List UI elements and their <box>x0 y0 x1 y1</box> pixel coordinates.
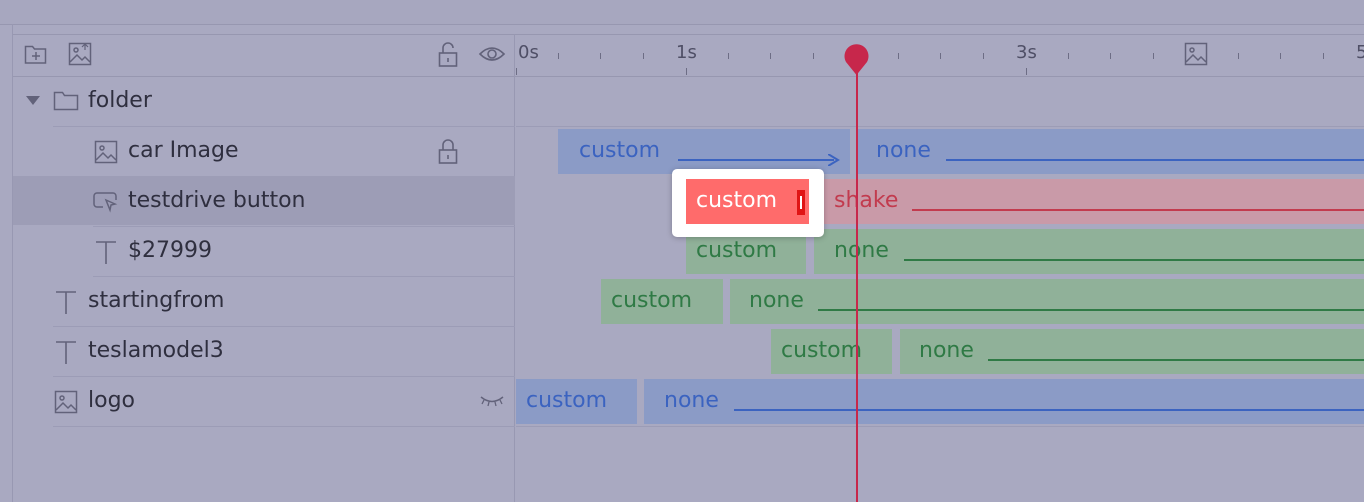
ruler-tick <box>1280 53 1281 59</box>
animation-out-bar[interactable]: shake <box>814 179 1364 224</box>
image-upload-icon[interactable] <box>68 42 92 66</box>
text-icon <box>56 291 76 314</box>
duration-line <box>678 159 834 161</box>
track-divider <box>516 426 1364 427</box>
layer-name-car-image[interactable]: car Image <box>128 137 239 165</box>
animation-in-label: custom <box>781 338 863 363</box>
animation-out-bar[interactable]: none <box>900 329 1364 374</box>
animation-in-label: custom <box>696 188 778 213</box>
duration-line <box>946 159 1364 161</box>
animation-in-label: custom <box>696 238 778 263</box>
selected-animation-highlight: custom <box>672 169 824 237</box>
ruler-tick <box>558 53 559 59</box>
row-divider <box>93 226 515 227</box>
animation-in-bar[interactable]: custom <box>516 379 637 424</box>
animation-out-bar[interactable]: none <box>814 229 1364 274</box>
layer-name-testdrive-button[interactable]: testdrive button <box>128 187 305 215</box>
text-icon <box>96 241 116 264</box>
ruler-label-1s: 1s <box>676 42 697 63</box>
playhead-line[interactable] <box>856 60 858 502</box>
animation-in-bar[interactable]: custom <box>601 279 723 324</box>
image-icon <box>54 390 78 414</box>
animation-out-label: none <box>749 288 804 313</box>
lock-icon[interactable] <box>438 139 458 165</box>
playhead-handle-icon[interactable] <box>843 44 870 76</box>
animation-in-bar[interactable]: custom <box>771 329 892 374</box>
row-divider <box>53 376 515 377</box>
animation-in-label: custom <box>526 388 608 413</box>
animation-in-label: custom <box>611 288 693 313</box>
ruler-tick <box>898 53 899 59</box>
animation-out-label: none <box>876 138 931 163</box>
ruler-label-5s: 5 <box>1356 42 1364 63</box>
ruler-tick <box>1026 68 1027 75</box>
animation-out-label: none <box>834 238 889 263</box>
layer-name-folder[interactable]: folder <box>88 87 152 115</box>
animation-in-bar-selected[interactable]: custom <box>686 179 809 224</box>
ruler-label-3s: 3s <box>1016 42 1037 63</box>
resize-handle[interactable] <box>797 190 805 215</box>
ruler-tick <box>983 53 984 59</box>
layer-name-startingfrom[interactable]: startingfrom <box>88 287 224 315</box>
layer-name-price[interactable]: $27999 <box>128 237 212 265</box>
duration-line <box>912 209 1364 211</box>
animation-out-label: none <box>664 388 719 413</box>
duration-line <box>988 359 1364 361</box>
duration-line <box>904 259 1364 261</box>
ruler-tick <box>686 68 687 75</box>
image-marker-icon[interactable] <box>1184 42 1208 66</box>
panel-edge <box>12 24 13 502</box>
row-divider <box>53 426 515 427</box>
panel-divider <box>514 34 515 502</box>
ruler-tick <box>1238 53 1239 59</box>
text-icon <box>56 341 76 364</box>
animation-out-bar[interactable]: none <box>730 279 1364 324</box>
duration-line <box>818 309 1364 311</box>
animation-in-bar[interactable]: custom <box>558 129 850 174</box>
animation-out-label: shake <box>834 188 899 213</box>
chevron-down-icon[interactable] <box>26 96 40 106</box>
ruler-tick <box>813 53 814 59</box>
button-icon <box>93 192 118 213</box>
ruler-tick <box>516 68 517 75</box>
ruler-tick <box>1110 53 1111 59</box>
ruler-tick <box>1323 53 1324 59</box>
track-divider <box>516 126 1364 127</box>
animation-out-label: none <box>919 338 974 363</box>
ruler-tick <box>770 53 771 59</box>
row-divider <box>53 126 515 127</box>
eye-icon[interactable] <box>478 45 506 63</box>
image-icon <box>94 140 118 164</box>
eye-closed-icon[interactable] <box>479 395 505 407</box>
folder-plus-icon[interactable] <box>24 43 48 65</box>
layer-name-logo[interactable]: logo <box>88 387 135 415</box>
ruler-tick <box>1153 53 1154 59</box>
ruler-tick <box>940 53 941 59</box>
row-divider <box>53 326 515 327</box>
ruler-tick <box>1068 53 1069 59</box>
folder-icon <box>53 91 79 111</box>
ruler-tick <box>728 53 729 59</box>
top-bar <box>0 0 1364 25</box>
layer-name-teslamodel3[interactable]: teslamodel3 <box>88 337 224 365</box>
duration-line <box>734 409 1364 411</box>
lock-icon[interactable] <box>438 42 458 68</box>
animation-in-label: custom <box>579 138 661 163</box>
animation-out-bar[interactable]: none <box>644 379 1364 424</box>
ruler-tick <box>600 53 601 59</box>
row-divider <box>93 276 515 277</box>
ruler-label-0s: 0s <box>518 42 539 63</box>
animation-out-bar[interactable]: none <box>856 129 1364 174</box>
ruler-tick <box>643 53 644 59</box>
arrow-right-icon <box>828 154 840 166</box>
